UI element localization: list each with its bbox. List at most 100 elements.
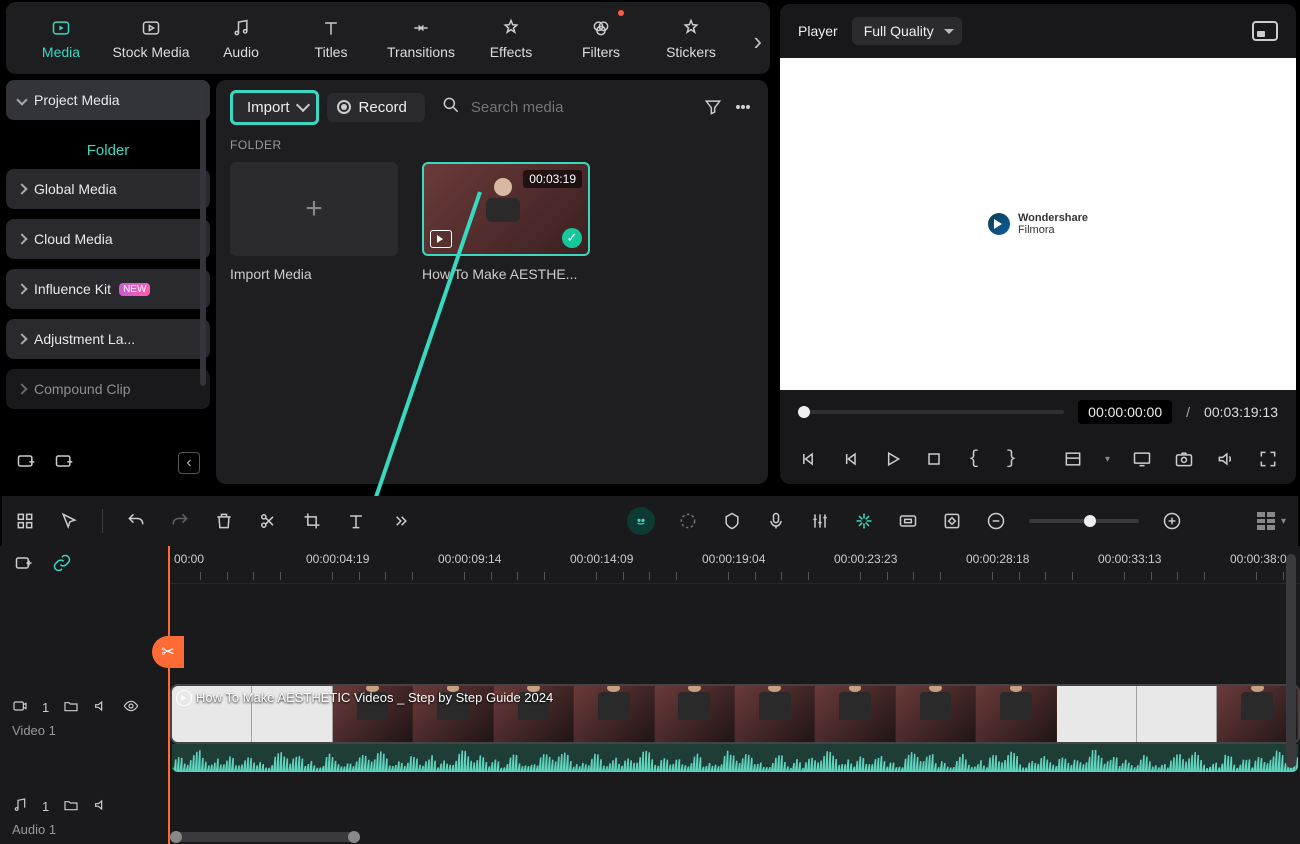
progress-handle[interactable] bbox=[798, 406, 810, 418]
sidebar-item-label: Cloud Media bbox=[34, 231, 113, 247]
marker-button[interactable] bbox=[721, 510, 743, 532]
mute-button[interactable] bbox=[93, 698, 109, 717]
timeline-toolbar: ▾ bbox=[2, 496, 1298, 546]
remove-folder-icon[interactable] bbox=[54, 451, 74, 476]
timeline-vscrollbar[interactable] bbox=[1286, 554, 1296, 768]
stop-button[interactable] bbox=[924, 448, 944, 470]
tab-effects[interactable]: Effects bbox=[466, 6, 556, 70]
tab-label: Media bbox=[42, 44, 80, 60]
link-button[interactable] bbox=[52, 553, 72, 578]
chevron-down-icon[interactable]: ▾ bbox=[1105, 454, 1110, 465]
step-back-button[interactable] bbox=[840, 448, 860, 470]
visibility-button[interactable] bbox=[123, 698, 139, 717]
sidebar-item-influence-kit[interactable]: Influence KitNEW bbox=[6, 269, 210, 309]
sidebar-item-cloud-media[interactable]: Cloud Media bbox=[6, 219, 210, 259]
collapse-sidebar[interactable] bbox=[178, 452, 200, 474]
sidebar-item-label: Global Media bbox=[34, 181, 117, 197]
player-preview[interactable]: WondershareFilmora bbox=[780, 58, 1296, 390]
mixer-button[interactable] bbox=[809, 510, 831, 532]
display-button[interactable] bbox=[1132, 448, 1152, 470]
video-clip[interactable]: How To Make AESTHETIC Videos _ Step by S… bbox=[172, 686, 1298, 742]
snapshot-button[interactable] bbox=[1174, 448, 1194, 470]
stock-media-icon bbox=[139, 16, 163, 40]
mark-in-button[interactable]: { bbox=[966, 448, 981, 470]
import-media-card[interactable]: + Import Media bbox=[230, 162, 398, 282]
folder-icon[interactable] bbox=[63, 797, 79, 816]
record-label: Record bbox=[359, 99, 407, 116]
grid-tool[interactable] bbox=[14, 510, 36, 532]
filter-icon[interactable] bbox=[702, 96, 724, 118]
auto-button[interactable] bbox=[677, 510, 699, 532]
tab-titles[interactable]: Titles bbox=[286, 6, 376, 70]
keyframe-button[interactable] bbox=[941, 510, 963, 532]
volume-button[interactable] bbox=[1216, 448, 1236, 470]
redo-button[interactable] bbox=[169, 510, 191, 532]
sidebar-folder-label[interactable]: Folder bbox=[6, 130, 210, 169]
ruler-tick: 00:00:14:09 bbox=[570, 552, 633, 566]
import-button[interactable]: Import bbox=[230, 90, 319, 125]
split-button[interactable] bbox=[257, 510, 279, 532]
view-toggle[interactable]: ▾ bbox=[1257, 512, 1286, 530]
chevron-right-icon bbox=[16, 383, 27, 394]
new-folder-icon[interactable] bbox=[16, 451, 36, 476]
brand-watermark: WondershareFilmora bbox=[988, 212, 1088, 236]
sidebar-item-global-media[interactable]: Global Media bbox=[6, 169, 210, 209]
more-tools[interactable] bbox=[389, 510, 411, 532]
media-grid: + Import Media 00:03:19 ✓ How To Make AE… bbox=[216, 162, 768, 282]
mark-out-button[interactable]: } bbox=[1003, 448, 1018, 470]
ruler-tick: 00:00:38:08 bbox=[1230, 552, 1293, 566]
zoom-handle[interactable] bbox=[1084, 515, 1096, 527]
zoom-in-button[interactable] bbox=[1161, 510, 1183, 532]
quality-select[interactable]: Full Quality bbox=[852, 17, 962, 45]
tab-audio[interactable]: Audio bbox=[196, 6, 286, 70]
tab-transitions[interactable]: Transitions bbox=[376, 6, 466, 70]
timeline-hscrollbar[interactable] bbox=[170, 832, 360, 842]
progress-bar[interactable] bbox=[798, 410, 1064, 414]
sidebar-item-project-media[interactable]: Project Media bbox=[6, 80, 210, 120]
timeline: 00:0000:00:04:1900:00:09:1400:00:14:0900… bbox=[0, 546, 1300, 844]
mute-button[interactable] bbox=[93, 797, 109, 816]
video-track-row: 1 Video 1 How To Make AESTHETIC Videos _… bbox=[168, 680, 1300, 756]
effects-icon bbox=[499, 16, 523, 40]
render-button[interactable] bbox=[853, 510, 875, 532]
time-ruler[interactable]: 00:0000:00:04:1900:00:09:1400:00:14:0900… bbox=[168, 546, 1300, 584]
mic-button[interactable] bbox=[765, 510, 787, 532]
player-progress: 00:00:00:00 / 00:03:19:13 bbox=[780, 390, 1296, 434]
crop-button[interactable] bbox=[301, 510, 323, 532]
clip-waveform bbox=[172, 744, 1298, 772]
media-icon bbox=[49, 16, 73, 40]
zoom-slider[interactable] bbox=[1029, 519, 1139, 523]
undo-button[interactable] bbox=[125, 510, 147, 532]
sidebar-scrollbar[interactable] bbox=[200, 80, 206, 386]
folder-icon[interactable] bbox=[63, 698, 79, 717]
delete-button[interactable] bbox=[213, 510, 235, 532]
ai-assistant-button[interactable] bbox=[627, 507, 655, 535]
picture-in-picture-icon[interactable] bbox=[1252, 21, 1278, 41]
clip-title: How To Make AESTHETIC Videos _ Step by S… bbox=[196, 690, 553, 705]
select-tool[interactable] bbox=[58, 510, 80, 532]
more-options-icon[interactable] bbox=[732, 96, 754, 118]
new-badge: NEW bbox=[119, 283, 150, 296]
more-tabs[interactable]: › bbox=[753, 26, 762, 57]
add-track-button[interactable] bbox=[14, 553, 34, 578]
fullscreen-button[interactable] bbox=[1258, 448, 1278, 470]
prev-frame-button[interactable] bbox=[798, 448, 818, 470]
track-name: Audio 1 bbox=[12, 822, 156, 837]
text-button[interactable] bbox=[345, 510, 367, 532]
tab-stickers[interactable]: Stickers bbox=[646, 6, 736, 70]
tab-media[interactable]: Media bbox=[16, 6, 106, 70]
sidebar-item-adjustment-layer[interactable]: Adjustment La... bbox=[6, 319, 210, 359]
tracks-area[interactable]: 00:0000:00:04:1900:00:09:1400:00:14:0900… bbox=[168, 546, 1300, 844]
sidebar-item-compound-clip[interactable]: Compound Clip bbox=[6, 369, 210, 409]
media-clip-card[interactable]: 00:03:19 ✓ How To Make AESTHE... bbox=[422, 162, 590, 282]
tab-filters[interactable]: Filters bbox=[556, 6, 646, 70]
tab-stock-media[interactable]: Stock Media bbox=[106, 6, 196, 70]
scissors-playhead-button[interactable]: ✂ bbox=[152, 636, 184, 668]
quality-label: Full Quality bbox=[864, 23, 934, 39]
play-button[interactable] bbox=[882, 448, 902, 470]
record-button[interactable]: Record bbox=[327, 93, 425, 122]
layout-button[interactable] bbox=[1063, 448, 1083, 470]
search-input[interactable] bbox=[471, 99, 631, 116]
zoom-out-button[interactable] bbox=[985, 510, 1007, 532]
export-frame-button[interactable] bbox=[897, 510, 919, 532]
